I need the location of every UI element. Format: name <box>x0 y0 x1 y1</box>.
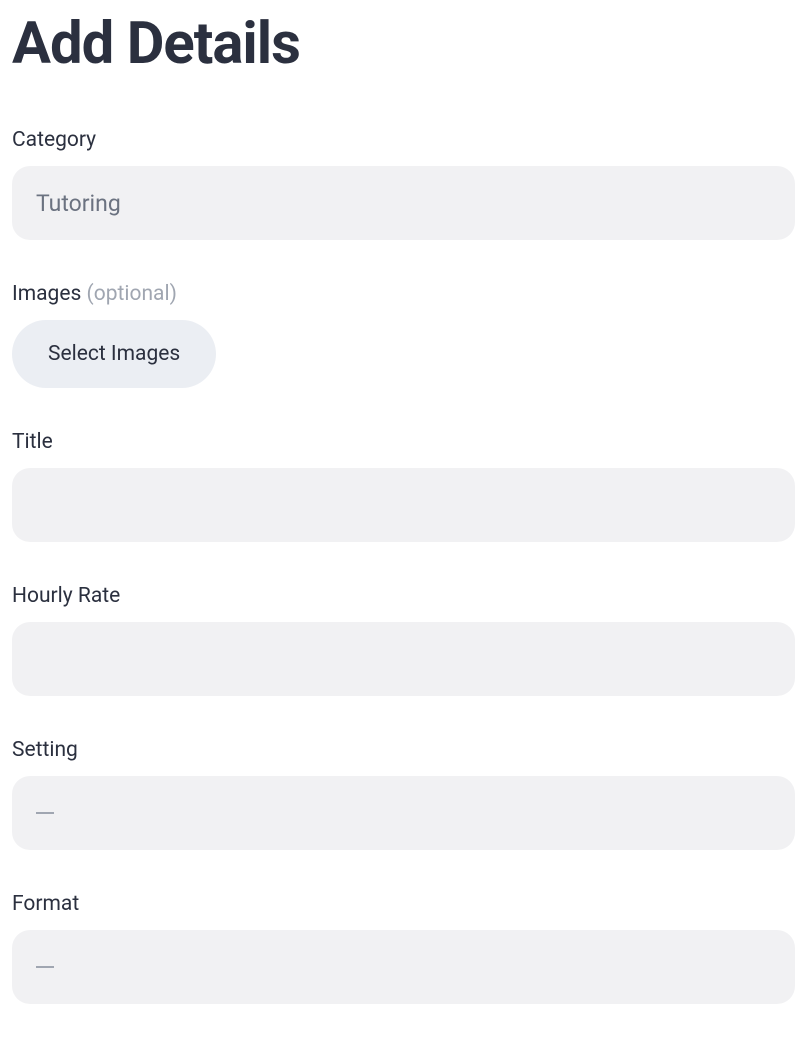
setting-select[interactable] <box>12 776 795 850</box>
images-label-text: Images <box>12 282 81 306</box>
images-label: Images (optional) <box>12 282 795 306</box>
hourly-rate-input[interactable] <box>12 622 795 696</box>
title-group: Title <box>12 430 795 542</box>
dash-icon <box>36 966 54 968</box>
hourly-rate-group: Hourly Rate <box>12 584 795 696</box>
select-images-button[interactable]: Select Images <box>12 320 216 388</box>
format-label: Format <box>12 892 795 916</box>
setting-label: Setting <box>12 738 795 762</box>
title-input[interactable] <box>12 468 795 542</box>
images-group: Images (optional) Select Images <box>12 282 795 388</box>
title-label: Title <box>12 430 795 454</box>
category-input[interactable] <box>12 166 795 240</box>
page-title: Add Details <box>12 10 795 78</box>
hourly-rate-label: Hourly Rate <box>12 584 795 608</box>
setting-group: Setting <box>12 738 795 850</box>
images-optional-text: (optional) <box>87 282 177 306</box>
category-group: Category <box>12 128 795 240</box>
format-group: Format <box>12 892 795 1004</box>
category-label: Category <box>12 128 795 152</box>
format-select[interactable] <box>12 930 795 1004</box>
dash-icon <box>36 812 54 814</box>
